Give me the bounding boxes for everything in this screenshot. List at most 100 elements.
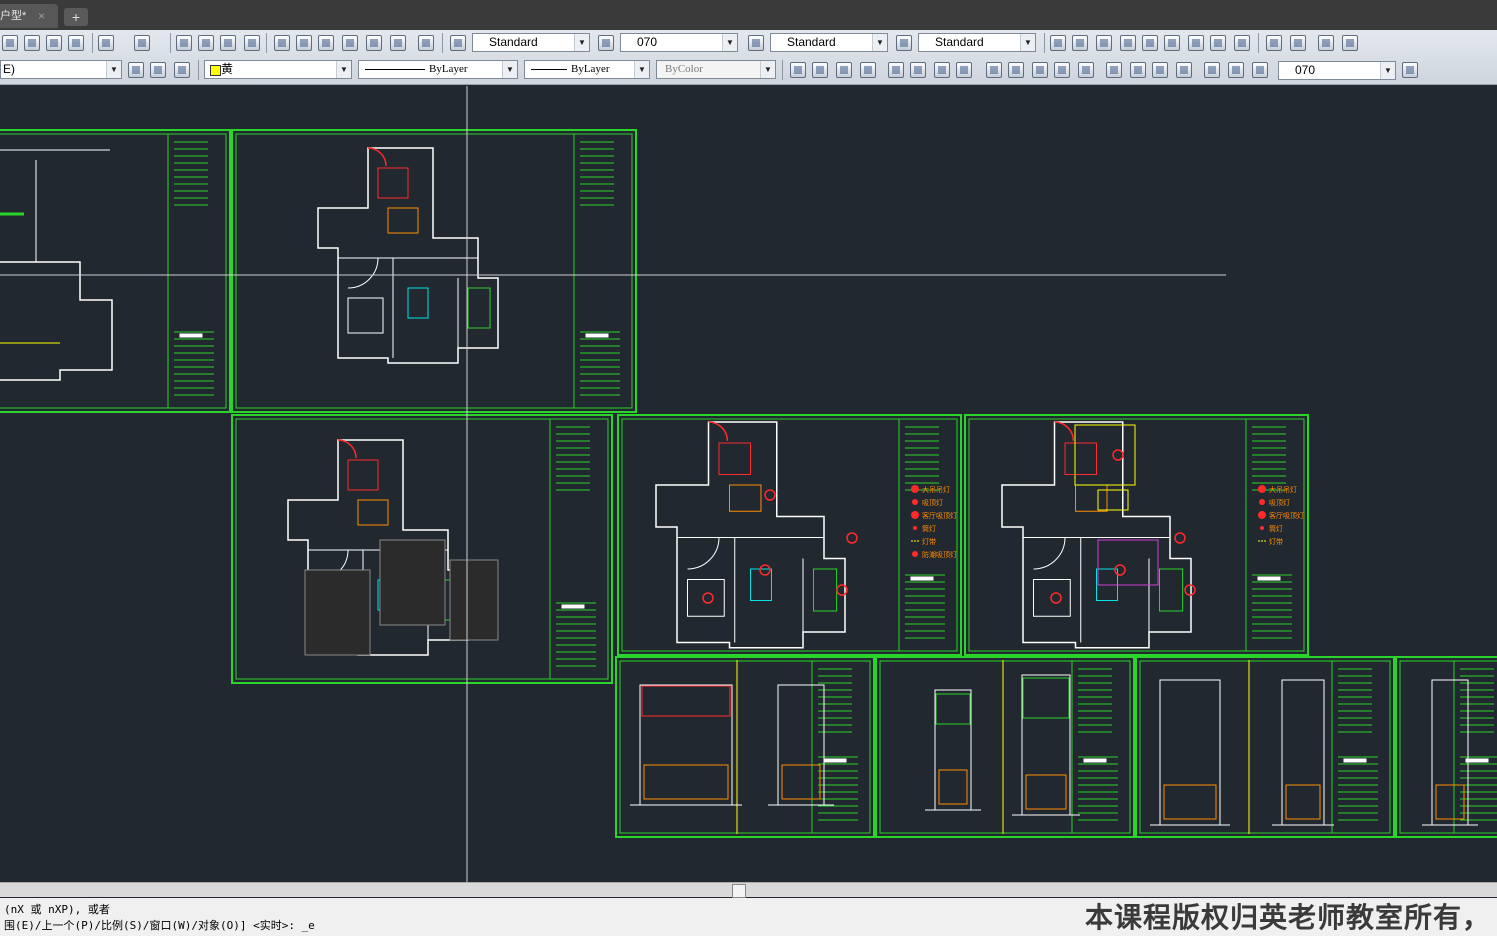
undo-icon[interactable] (98, 35, 114, 51)
dimension-icon[interactable] (1266, 35, 1282, 51)
aligned-dimension-icon[interactable] (812, 62, 828, 78)
redo-icon[interactable] (134, 35, 150, 51)
table-style-icon[interactable] (748, 35, 764, 51)
edit-text-icon[interactable] (1096, 35, 1112, 51)
chevron-down-icon: ▼ (574, 34, 589, 51)
toolbar-separator (1044, 33, 1045, 53)
quick-dimension-icon[interactable] (986, 62, 1002, 78)
toolbar-separator (198, 60, 199, 80)
inspection-icon[interactable] (1152, 62, 1168, 78)
new-tab-button[interactable]: + (64, 8, 88, 26)
dimension-text-edit-icon[interactable] (1228, 62, 1244, 78)
ordinate-dimension-icon[interactable] (860, 62, 876, 78)
markup-icon[interactable] (366, 35, 382, 51)
title-block-label (823, 758, 847, 763)
tool-palettes-icon[interactable] (318, 35, 334, 51)
lineweight-select[interactable]: ByLayer ▼ (524, 60, 650, 79)
legend-label: 大吊吊灯 (922, 485, 950, 494)
convert-space-icon[interactable] (1234, 35, 1250, 51)
dimension-style-icon[interactable] (1402, 62, 1418, 78)
toolbar-separator (266, 33, 267, 53)
color-swatch (210, 65, 221, 76)
block-editor-icon[interactable] (68, 35, 84, 51)
drawing-canvas[interactable]: 大吊吊灯 吸顶灯 客厅吸顶灯 筒灯 灯带 防潮吸顶灯 大吊吊灯 吸顶灯 客厅吸顶… (0, 86, 1497, 882)
linear-dimension-icon[interactable] (790, 62, 806, 78)
downlight-symbol (1260, 526, 1264, 530)
text-editor-icon[interactable] (1164, 35, 1180, 51)
justify-text-icon[interactable] (1210, 35, 1226, 51)
legend-label: 吸顶灯 (922, 498, 943, 507)
layer-tools-icon[interactable] (1290, 35, 1306, 51)
horizontal-scrollbar[interactable] (0, 882, 1497, 898)
zoom-previous-icon[interactable] (244, 35, 260, 51)
color-select[interactable]: 黄 ▼ (204, 60, 352, 79)
layer-state-icon[interactable] (174, 62, 190, 78)
help-icon[interactable] (418, 35, 434, 51)
watermark-text: 本课程版权归英老师教室所有， (1084, 901, 1491, 934)
multiline-text-icon[interactable] (1050, 35, 1066, 51)
title-block-label (1257, 576, 1281, 581)
sheet-set-icon[interactable] (342, 35, 358, 51)
center-mark-icon[interactable] (1130, 62, 1146, 78)
dimension-style-icon[interactable] (598, 35, 614, 51)
zoom-realtime-icon[interactable] (198, 35, 214, 51)
layer-select[interactable]: E) ▼ (0, 60, 122, 79)
living-room-lamp-symbol (1258, 511, 1266, 519)
floor-hatch (449, 559, 499, 641)
floor-hatch (379, 539, 446, 626)
multileader-style-select[interactable]: Standard ▼ (918, 33, 1036, 52)
legend-label: 客厅吸顶灯 (922, 511, 957, 520)
layer-previous-icon[interactable] (128, 62, 144, 78)
lineweight-sample (531, 69, 567, 70)
jogged-linear-icon[interactable] (1176, 62, 1192, 78)
text-style-select[interactable]: Standard ▼ (472, 33, 590, 52)
radius-dimension-icon[interactable] (888, 62, 904, 78)
copy-icon[interactable] (2, 35, 18, 51)
chevron-down-icon: ▼ (502, 61, 517, 78)
legend-label: 吸顶灯 (1269, 498, 1290, 507)
toolbar-separator (92, 33, 93, 53)
layer-match-icon[interactable] (150, 62, 166, 78)
chevron-down-icon: ▼ (1380, 62, 1395, 79)
arc-length-icon[interactable] (836, 62, 852, 78)
linetype-select[interactable]: ByLayer ▼ (358, 60, 518, 79)
table-icon[interactable] (1318, 35, 1334, 51)
linetype-sample (365, 69, 425, 70)
continue-dimension-icon[interactable] (1032, 62, 1048, 78)
tolerance-icon[interactable] (1106, 62, 1122, 78)
pan-icon[interactable] (176, 35, 192, 51)
zoom-window-icon[interactable] (220, 35, 236, 51)
chevron-down-icon: ▼ (634, 61, 649, 78)
dimension-style-select-2[interactable]: 070 ▼ (1278, 61, 1396, 80)
jogged-dimension-icon[interactable] (910, 62, 926, 78)
legend-label: 灯带 (922, 537, 936, 546)
match-properties-icon[interactable] (46, 35, 62, 51)
paste-icon[interactable] (24, 35, 40, 51)
angular-dimension-icon[interactable] (956, 62, 972, 78)
dimension-style-select[interactable]: 070 ▼ (620, 33, 738, 52)
dimension-update-icon[interactable] (1252, 62, 1268, 78)
scale-text-icon[interactable] (1188, 35, 1204, 51)
moisture-lamp-symbol (912, 551, 918, 557)
document-tab[interactable]: 户型* × (0, 4, 58, 28)
dimension-edit-icon[interactable] (1204, 62, 1220, 78)
spell-check-icon[interactable] (1142, 35, 1158, 51)
design-center-icon[interactable] (296, 35, 312, 51)
title-block-label (1083, 758, 1107, 763)
baseline-dimension-icon[interactable] (1008, 62, 1024, 78)
document-tab-title: 户型* (0, 10, 27, 22)
diameter-dimension-icon[interactable] (934, 62, 950, 78)
single-line-text-icon[interactable] (1072, 35, 1088, 51)
properties-icon[interactable] (274, 35, 290, 51)
find-text-icon[interactable] (1120, 35, 1136, 51)
multileader-style-icon[interactable] (896, 35, 912, 51)
dimension-break-icon[interactable] (1078, 62, 1094, 78)
calculator-icon[interactable] (390, 35, 406, 51)
coordinates-icon[interactable] (1342, 35, 1358, 51)
text-style-icon[interactable] (450, 35, 466, 51)
scrollbar-thumb[interactable] (732, 884, 746, 898)
table-style-select[interactable]: Standard ▼ (770, 33, 888, 52)
dimension-space-icon[interactable] (1054, 62, 1070, 78)
close-tab-icon[interactable]: × (38, 4, 45, 28)
downlight-symbol (913, 526, 917, 530)
